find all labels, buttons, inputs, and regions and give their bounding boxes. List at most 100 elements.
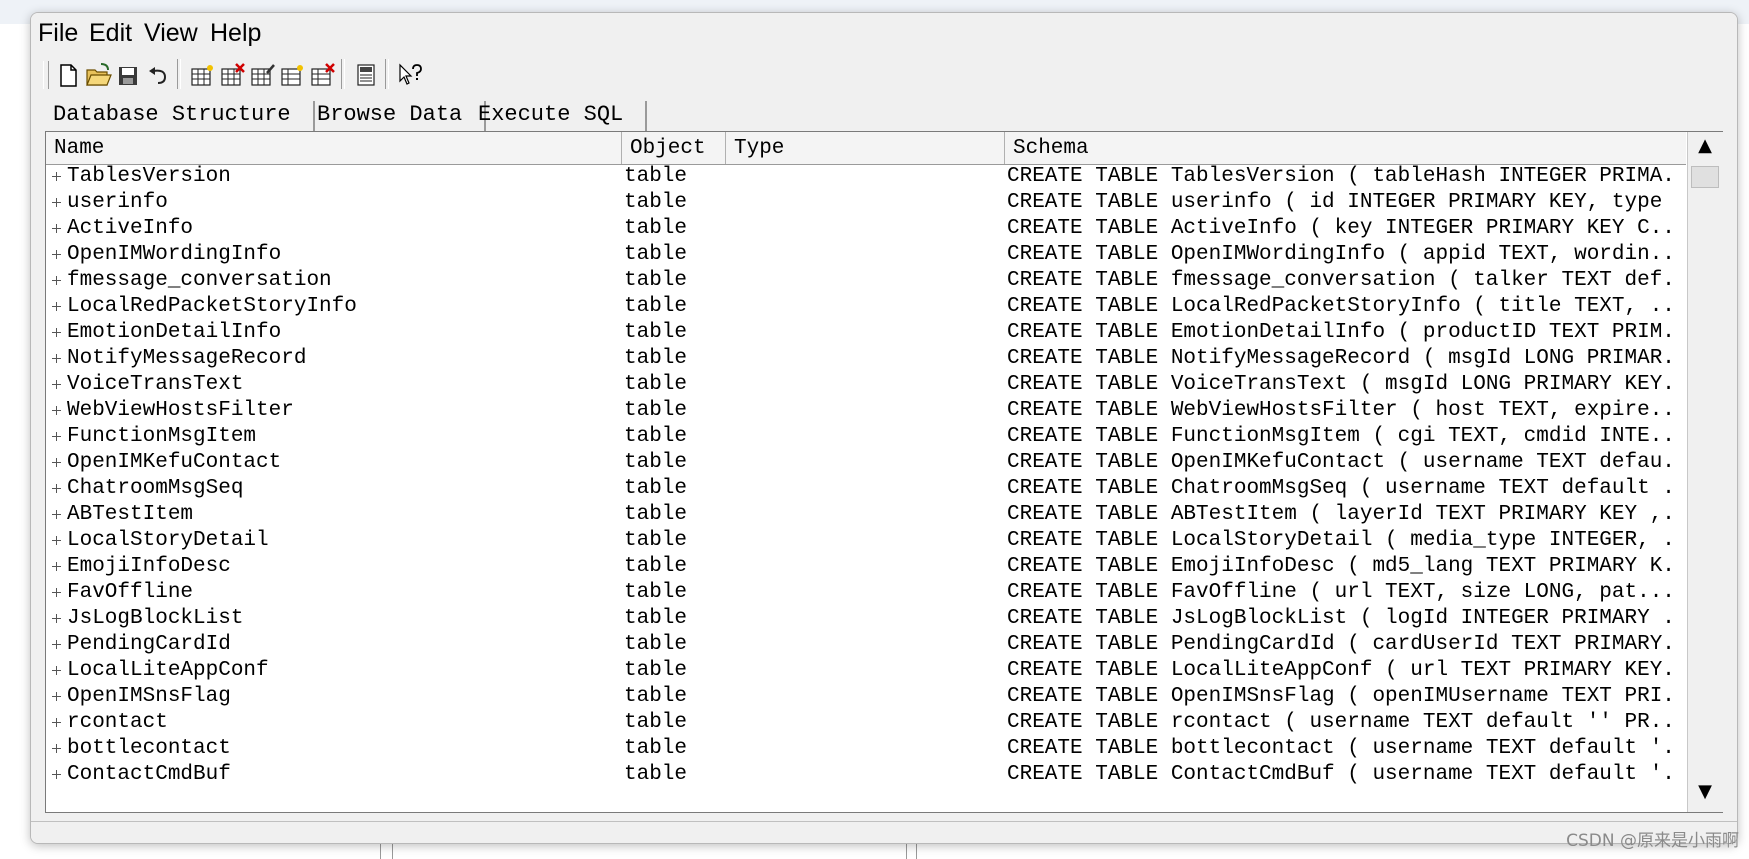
- row-schema: CREATE TABLE EmotionDetailInfo ( product…: [1007, 321, 1679, 344]
- column-header-type[interactable]: Type: [726, 132, 1005, 164]
- whats-this-icon[interactable]: [395, 58, 425, 92]
- app-window: File Edit View Help Database Structure B…: [30, 12, 1738, 844]
- expand-icon[interactable]: [52, 224, 61, 233]
- table-row[interactable]: userinfo table CREATE TABLE userinfo ( id …: [46, 191, 1686, 217]
- table-row[interactable]: LocalRedPacketStoryInfo table CREATE TABLE…: [46, 295, 1686, 321]
- table-row[interactable]: NotifyMessageRecord table CREATE TABLE Not…: [46, 347, 1686, 373]
- modify-table-icon[interactable]: [247, 58, 277, 92]
- row-object: table: [624, 425, 688, 448]
- expand-icon[interactable]: [52, 536, 61, 545]
- delete-index-icon[interactable]: [307, 58, 337, 92]
- table-row[interactable]: EmotionDetailInfo table CREATE TABLE Emoti…: [46, 321, 1686, 347]
- table-header: Name Object Type Schema: [46, 132, 1686, 165]
- expand-icon[interactable]: [52, 406, 61, 415]
- row-schema: CREATE TABLE OpenIMWordingInfo ( appid T…: [1007, 243, 1679, 266]
- open-database-icon[interactable]: [83, 58, 113, 92]
- table-row[interactable]: ABTestItem table CREATE TABLE ABTestItem (…: [46, 503, 1686, 529]
- expand-icon[interactable]: [52, 718, 61, 727]
- table-row[interactable]: OpenIMSnsFlag table CREATE TABLE OpenIMSns…: [46, 685, 1686, 711]
- row-name: bottlecontact: [67, 737, 231, 760]
- expand-icon[interactable]: [52, 640, 61, 649]
- row-name: OpenIMKefuContact: [67, 451, 282, 474]
- row-name: ContactCmdBuf: [67, 763, 231, 786]
- vertical-scrollbar[interactable]: ▲ ▼: [1687, 132, 1723, 812]
- expand-icon[interactable]: [52, 770, 61, 779]
- row-name: WebViewHostsFilter: [67, 399, 294, 422]
- table-row[interactable]: LocalLiteAppConf table CREATE TABLE LocalL…: [46, 659, 1686, 685]
- delete-table-icon[interactable]: [217, 58, 247, 92]
- table-row[interactable]: ContactCmdBuf table CREATE TABLE ContactCm…: [46, 763, 1686, 789]
- row-schema: CREATE TABLE fmessage_conversation ( tal…: [1007, 269, 1679, 292]
- table-row[interactable]: ActiveInfo table CREATE TABLE ActiveInfo (…: [46, 217, 1686, 243]
- expand-icon[interactable]: [52, 302, 61, 311]
- expand-icon[interactable]: [52, 510, 61, 519]
- undo-icon[interactable]: [143, 58, 173, 92]
- table-row[interactable]: OpenIMKefuContact table CREATE TABLE OpenI…: [46, 451, 1686, 477]
- column-header-name[interactable]: Name: [46, 132, 622, 164]
- column-header-object[interactable]: Object: [622, 132, 726, 164]
- save-icon[interactable]: [113, 58, 143, 92]
- create-table-icon[interactable]: [187, 58, 217, 92]
- expand-icon[interactable]: [52, 250, 61, 259]
- table-row[interactable]: rcontact table CREATE TABLE rcontact ( use…: [46, 711, 1686, 737]
- row-object: table: [624, 607, 688, 630]
- table-row[interactable]: ChatroomMsgSeq table CREATE TABLE Chatroom…: [46, 477, 1686, 503]
- table-row[interactable]: fmessage_conversation table CREATE TABLE f…: [46, 269, 1686, 295]
- table-row[interactable]: FavOffline table CREATE TABLE FavOffline (…: [46, 581, 1686, 607]
- table-row[interactable]: FunctionMsgItem table CREATE TABLE Functio…: [46, 425, 1686, 451]
- menu-edit[interactable]: Edit: [89, 19, 132, 48]
- row-name: ChatroomMsgSeq: [67, 477, 244, 500]
- table-row[interactable]: WebViewHostsFilter table CREATE TABLE WebV…: [46, 399, 1686, 425]
- row-schema: CREATE TABLE ChatroomMsgSeq ( username T…: [1007, 477, 1679, 500]
- row-name: JsLogBlockList: [67, 607, 244, 630]
- expand-icon[interactable]: [52, 354, 61, 363]
- row-object: table: [624, 529, 688, 552]
- expand-icon[interactable]: [52, 198, 61, 207]
- menu-file[interactable]: File: [38, 19, 78, 48]
- table-row[interactable]: PendingCardId table CREATE TABLE PendingCa…: [46, 633, 1686, 659]
- table-row[interactable]: OpenIMWordingInfo table CREATE TABLE OpenI…: [46, 243, 1686, 269]
- scroll-thumb[interactable]: [1691, 166, 1719, 188]
- log-window-icon[interactable]: [351, 58, 381, 92]
- expand-icon[interactable]: [52, 614, 61, 623]
- row-name: rcontact: [67, 711, 168, 734]
- tab-database-structure[interactable]: Database Structure: [31, 101, 315, 131]
- expand-icon[interactable]: [52, 380, 61, 389]
- scroll-up-icon[interactable]: ▲: [1691, 132, 1719, 160]
- row-name: OpenIMWordingInfo: [67, 243, 282, 266]
- row-schema: CREATE TABLE LocalLiteAppConf ( url TEXT…: [1007, 659, 1679, 682]
- expand-icon[interactable]: [52, 588, 61, 597]
- expand-icon[interactable]: [52, 328, 61, 337]
- expand-icon[interactable]: [52, 562, 61, 571]
- expand-icon[interactable]: [52, 172, 61, 181]
- table-row[interactable]: EmojiInfoDesc table CREATE TABLE EmojiInfo…: [46, 555, 1686, 581]
- expand-icon[interactable]: [52, 458, 61, 467]
- menu-view[interactable]: View: [144, 19, 198, 48]
- expand-icon[interactable]: [52, 666, 61, 675]
- scroll-down-icon[interactable]: ▼: [1691, 778, 1719, 806]
- row-name: OpenIMSnsFlag: [67, 685, 231, 708]
- row-object: table: [624, 659, 688, 682]
- expand-icon[interactable]: [52, 432, 61, 441]
- expand-icon[interactable]: [52, 744, 61, 753]
- column-header-schema[interactable]: Schema: [1005, 132, 1686, 164]
- create-index-icon[interactable]: [277, 58, 307, 92]
- row-name: NotifyMessageRecord: [67, 347, 307, 370]
- table-row[interactable]: LocalStoryDetail table CREATE TABLE LocalS…: [46, 529, 1686, 555]
- expand-icon[interactable]: [52, 484, 61, 493]
- tab-execute-sql[interactable]: Execute SQL: [456, 101, 648, 131]
- table-row[interactable]: VoiceTransText table CREATE TABLE VoiceTra…: [46, 373, 1686, 399]
- row-object: table: [624, 269, 688, 292]
- table-row[interactable]: bottlecontact table CREATE TABLE bottlecon…: [46, 737, 1686, 763]
- expand-icon[interactable]: [52, 692, 61, 701]
- row-object: table: [624, 217, 688, 240]
- row-object: table: [624, 555, 688, 578]
- new-database-icon[interactable]: [53, 58, 83, 92]
- row-schema: CREATE TABLE VoiceTransText ( msgId LONG…: [1007, 373, 1679, 396]
- table-row[interactable]: JsLogBlockList table CREATE TABLE JsLogBlo…: [46, 607, 1686, 633]
- toolbar-grip[interactable]: [43, 61, 49, 89]
- menu-help[interactable]: Help: [210, 19, 261, 48]
- expand-icon[interactable]: [52, 276, 61, 285]
- row-schema: CREATE TABLE LocalRedPacketStoryInfo ( t…: [1007, 295, 1679, 318]
- table-row[interactable]: TablesVersion table CREATE TABLE TablesVer…: [46, 165, 1686, 191]
